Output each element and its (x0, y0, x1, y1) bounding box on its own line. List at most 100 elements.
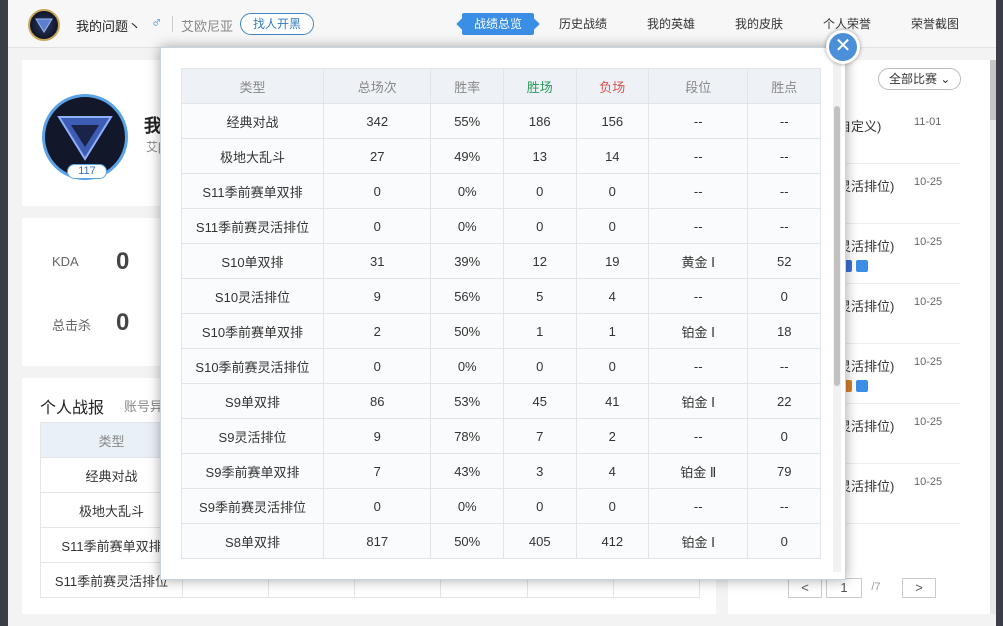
scrollbar-thumb[interactable] (834, 106, 840, 386)
column-header-type: 类型 (181, 68, 324, 104)
table-row: S10季前赛灵活排位 0 0% 0 0 -- -- (181, 348, 821, 384)
summoner-name[interactable]: 我的问题丶 (76, 16, 141, 35)
cell-losses: 156 (575, 103, 650, 139)
tab-screenshots[interactable]: 荣誉截图 (911, 13, 959, 35)
match-title: 灵活排位) (838, 239, 895, 254)
column-header-total: 总场次 (322, 68, 432, 104)
column-header-wins: 胜场 (503, 68, 577, 104)
cell-type: S9单双排 (181, 383, 324, 419)
table-header-row: 类型 总场次 胜率 胜场 负场 段位 胜点 (181, 68, 821, 104)
cell-tier: -- (648, 278, 749, 314)
table-row: S11季前赛灵活排位 0 0% 0 0 -- -- (181, 208, 821, 244)
table-row: S10季前赛单双排 2 50% 1 1 铂金 Ⅰ 18 (181, 313, 821, 349)
tab-skins[interactable]: 我的皮肤 (735, 13, 783, 35)
cell-losses: 0 (575, 173, 650, 209)
cell-tier: -- (648, 348, 749, 384)
cell-losses: 41 (575, 383, 650, 419)
cell-type: 经典对战 (181, 103, 324, 139)
match-date: 10-25 (914, 356, 943, 368)
cell-total: 0 (322, 488, 432, 524)
cell-wins: 5 (503, 278, 577, 314)
cell-winrate: 50% (430, 313, 504, 349)
cell-wins: 3 (503, 453, 577, 489)
cell-losses: 19 (575, 243, 650, 279)
prev-page-button[interactable]: < (788, 578, 822, 598)
match-title: 灵活排位) (838, 359, 895, 374)
cell-wins: 0 (503, 173, 577, 209)
male-icon: ♂ (151, 14, 163, 31)
table-row: S11季前赛单双排 0 0% 0 0 -- -- (181, 173, 821, 209)
cell-wins: 405 (503, 523, 577, 559)
cell-lp: 22 (747, 383, 821, 419)
cell-winrate: 78% (430, 418, 504, 454)
next-page-button[interactable]: > (902, 578, 936, 598)
match-date: 11-01 (914, 116, 942, 128)
cell-type: S10季前赛单双排 (181, 313, 324, 349)
cell-type: S11季前赛单双排 (181, 173, 324, 209)
divider (172, 16, 173, 32)
page-number-input[interactable]: 1 (826, 578, 862, 598)
table-row: 极地大乱斗 27 49% 13 14 -- -- (181, 138, 821, 174)
cell-total: 7 (322, 453, 432, 489)
cell-losses: 0 (575, 208, 650, 244)
cell-lp: 0 (747, 278, 821, 314)
cell-tier: 铂金 Ⅰ (648, 523, 749, 559)
column-header-tier: 段位 (648, 68, 749, 104)
cell-wins: 0 (503, 208, 577, 244)
match-title: 灵活排位) (838, 299, 895, 314)
profile-icon[interactable] (28, 9, 60, 41)
cell-tier: 铂金 Ⅱ (648, 453, 749, 489)
table-row: S10灵活排位 9 56% 5 4 -- 0 (181, 278, 821, 314)
cell-winrate: 0% (430, 488, 504, 524)
ranked-stats-table: 类型 总场次 胜率 胜场 负场 段位 胜点 经典对战 342 55% 186 156 --… (181, 68, 821, 559)
cell-type: 极地大乱斗 (181, 138, 324, 174)
cell-losses: 4 (575, 453, 650, 489)
find-teammates-button[interactable]: 找人开黑 (240, 13, 315, 35)
server-name: 艾欧尼亚 (181, 19, 234, 34)
personal-report-title: 个人战报 (40, 400, 105, 417)
column-header-losses: 负场 (575, 68, 650, 104)
kills-label: 总击杀 (52, 318, 92, 333)
cell-type: S9灵活排位 (181, 418, 324, 454)
modal-scrollbar[interactable] (833, 62, 841, 572)
tab-history[interactable]: 历史战绩 (559, 13, 607, 35)
cell-lp: 0 (747, 523, 821, 559)
scrollbar-thumb[interactable] (990, 60, 996, 120)
table-row: 经典对战 342 55% 186 156 -- -- (181, 103, 821, 139)
personal-report-subtitle[interactable]: 账号异 (124, 396, 163, 415)
cell-wins: 12 (503, 243, 577, 279)
cell-tier: -- (648, 138, 749, 174)
cell-wins: 186 (503, 103, 577, 139)
table-row: S10单双排 31 39% 12 19 黄金 Ⅰ 52 (181, 243, 821, 279)
modal-content: 类型 总场次 胜率 胜场 负场 段位 胜点 经典对战 342 55% 186 156 --… (181, 68, 821, 564)
cell-tier: 黄金 Ⅰ (648, 243, 749, 279)
match-filter-label: 全部比赛 (889, 72, 938, 86)
cell-total: 0 (322, 173, 432, 209)
cell-winrate: 0% (430, 348, 504, 384)
cell-winrate: 56% (430, 278, 504, 314)
kda-value: 0 (116, 248, 130, 275)
cell-total: 342 (322, 103, 432, 139)
cell-wins: 13 (503, 138, 577, 174)
cell-type: S10季前赛灵活排位 (181, 348, 324, 384)
cell-lp: 18 (747, 313, 821, 349)
cell-total: 0 (322, 348, 432, 384)
cell-tier: -- (648, 488, 749, 524)
cell-losses: 4 (575, 278, 650, 314)
cell-total: 27 (322, 138, 432, 174)
table-row: S9单双排 86 53% 45 41 铂金 Ⅰ 22 (181, 383, 821, 419)
table-row: S9季前赛单双排 7 43% 3 4 铂金 Ⅱ 79 (181, 453, 821, 489)
match-filter-dropdown[interactable]: 全部比赛 ⌄ (878, 68, 962, 90)
tab-heroes[interactable]: 我的英雄 (647, 13, 695, 35)
page-total: /7 (871, 581, 881, 593)
cell-wins: 0 (503, 348, 577, 384)
tab-overview[interactable]: 战绩总览 (462, 13, 535, 35)
close-icon[interactable]: ✕ (826, 30, 860, 64)
match-date: 10-25 (914, 416, 943, 428)
cell-losses: 2 (575, 418, 650, 454)
table-row: S8单双排 817 50% 405 412 铂金 Ⅰ0 (181, 523, 821, 559)
page-scrollbar[interactable] (990, 60, 996, 614)
kills-value: 0 (116, 309, 130, 336)
cell-winrate: 0% (430, 173, 504, 209)
level-badge: 117 (67, 164, 107, 179)
